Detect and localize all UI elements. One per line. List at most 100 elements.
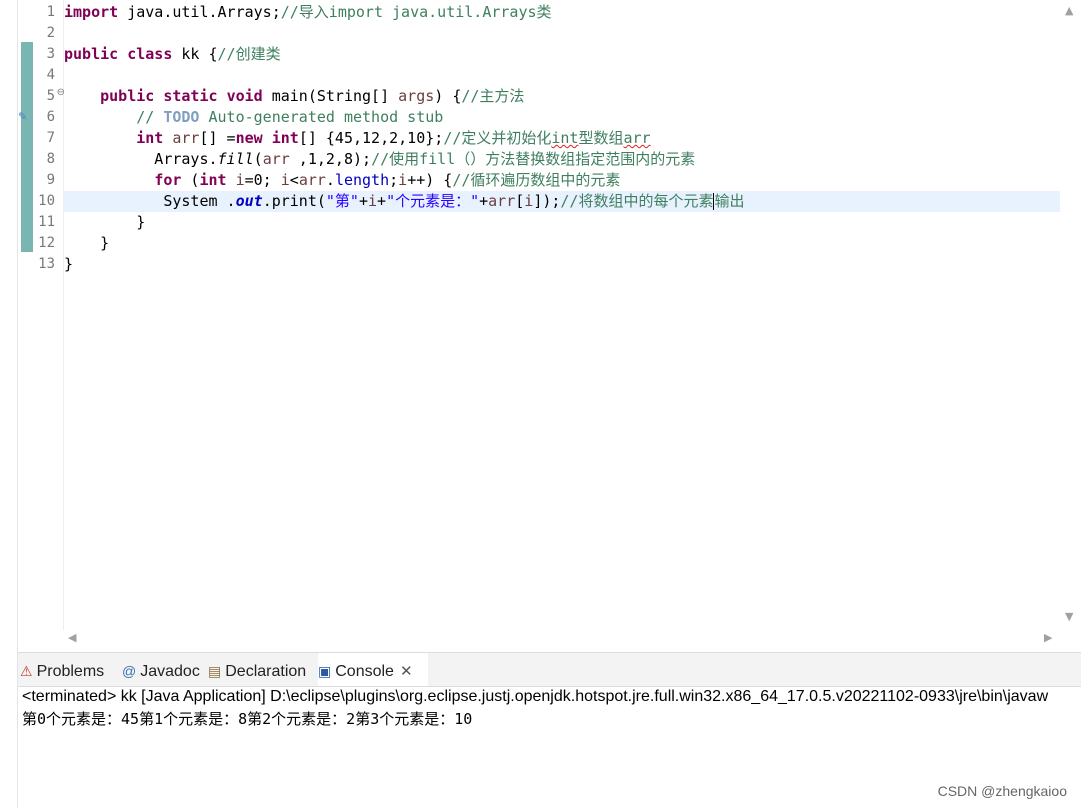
code-token: [: [515, 192, 525, 210]
code-token: void: [226, 87, 263, 105]
code-token: 型数组: [578, 129, 624, 147]
code-editor[interactable]: ✎ 1 2 3 4 5 ⊖ 6 7 8 9 10 11 12 13 import java.util.Ar…: [18, 0, 1081, 650]
code-token: }: [64, 234, 110, 252]
code-token: i: [368, 192, 378, 210]
code-line[interactable]: // TODO Auto-generated method stub: [64, 107, 1060, 128]
code-line[interactable]: int arr[] =new int[] {45,12,2,10};//定义并初…: [64, 128, 1060, 149]
code-line[interactable]: }: [64, 212, 1060, 233]
code-token: for: [154, 171, 182, 189]
code-token: i: [524, 192, 534, 210]
tab-problems[interactable]: ⚠ Problems: [20, 653, 120, 686]
code-token: arr: [623, 129, 651, 147]
code-token: [] {45,12,2,10};: [298, 129, 444, 147]
code-token: args: [398, 87, 435, 105]
tab-label: Console: [335, 663, 394, 680]
scroll-down-icon[interactable]: ▼: [1065, 610, 1073, 623]
code-token: //使用fill（）方法替换数组指定范围内的元素: [371, 150, 696, 168]
code-line[interactable]: import java.util.Arrays;//导入import java.…: [64, 2, 1060, 23]
code-line[interactable]: public static void main(String[] args) {…: [64, 86, 1060, 107]
line-number: 9: [46, 172, 55, 188]
code-token: i: [398, 171, 408, 189]
javadoc-icon: @: [122, 663, 137, 679]
code-line[interactable]: public class kk {//创建类: [64, 44, 1060, 65]
code-line[interactable]: for (int i=0; i<arr.length;i++) {//循环遍历数…: [64, 170, 1060, 191]
code-line[interactable]: }: [64, 233, 1060, 254]
quick-assist-icon[interactable]: ✎: [18, 110, 27, 123]
code-line[interactable]: [64, 23, 1060, 44]
code-token: static: [163, 87, 218, 105]
code-token: int: [136, 129, 164, 147]
left-edge-bar: [0, 0, 18, 808]
code-token: class: [127, 45, 173, 63]
code-area[interactable]: import java.util.Arrays;//导入import java.…: [64, 0, 1060, 630]
line-number: 10: [38, 193, 55, 209]
console-view: ⚠ Problems @ Javadoc ▤ Declaration ▣ Console ✕ <…: [18, 652, 1081, 809]
watermark: CSDN @zhengkaioo: [937, 783, 1067, 799]
scroll-up-icon[interactable]: ▲: [1065, 4, 1073, 17]
code-line[interactable]: System .out.print("第"+i+"个元素是："+arr[i]);…: [64, 191, 1060, 212]
code-token: ]);: [533, 192, 561, 210]
code-token: arr: [298, 171, 326, 189]
code-token: ;: [389, 171, 399, 189]
code-token: //创建类: [217, 45, 281, 63]
line-number: 6: [46, 109, 55, 125]
code-token: }: [64, 213, 146, 231]
view-tab-bar: ⚠ Problems @ Javadoc ▤ Declaration ▣ Console ✕: [18, 653, 1081, 687]
line-number: 8: [46, 151, 55, 167]
code-token: //将数组中的每个元素: [560, 192, 714, 210]
line-number: 3: [46, 46, 55, 62]
code-token: int: [271, 129, 299, 147]
tab-label: Javadoc: [140, 663, 200, 680]
tab-declaration[interactable]: ▤ Declaration: [208, 653, 316, 686]
code-token: main(String[]: [262, 87, 399, 105]
code-token: public: [100, 87, 155, 105]
code-token: public: [64, 45, 119, 63]
tab-javadoc[interactable]: @ Javadoc: [122, 653, 206, 686]
line-number-gutter: 1 2 3 4 5 ⊖ 6 7 8 9 10 11 12 13: [33, 0, 65, 630]
vertical-scrollbar[interactable]: ▲ ▼: [1060, 0, 1081, 630]
code-line[interactable]: Arrays.fill(arr ,1,2,8);//使用fill（）方法替换数组…: [64, 149, 1060, 170]
console-output[interactable]: 第0个元素是：45第1个元素是：8第2个元素是：2第3个元素是：10: [22, 708, 472, 730]
code-token: +: [377, 192, 387, 210]
horizontal-scrollbar[interactable]: ◀ ▶: [64, 628, 1060, 648]
line-number: 2: [46, 25, 55, 41]
code-token: 输出: [714, 192, 745, 210]
code-token: Arrays.: [64, 150, 218, 168]
tab-console[interactable]: ▣ Console ✕: [318, 653, 428, 686]
line-number: 5: [46, 88, 55, 104]
code-token: =0;: [244, 171, 281, 189]
code-token: ,1,2,8);: [289, 150, 372, 168]
tab-label: Problems: [36, 663, 105, 680]
scroll-right-icon[interactable]: ▶: [1044, 631, 1052, 644]
code-token: import: [64, 3, 119, 21]
code-token: i: [280, 171, 290, 189]
code-token: new: [235, 129, 263, 147]
problems-icon: ⚠: [20, 663, 33, 679]
scroll-left-icon[interactable]: ◀: [68, 631, 76, 644]
code-token: +: [358, 192, 368, 210]
console-status-line: <terminated> kk [Java Application] D:\ec…: [22, 688, 1049, 705]
tab-label: Declaration: [225, 663, 307, 680]
code-token: kk {: [172, 45, 218, 63]
code-token: //定义并初始化: [443, 129, 552, 147]
code-line[interactable]: }: [64, 254, 1060, 275]
code-token: .print(: [262, 192, 326, 210]
code-token: "第": [325, 192, 359, 210]
code-token: i: [235, 171, 245, 189]
close-icon[interactable]: ✕: [400, 663, 413, 680]
code-line[interactable]: [64, 65, 1060, 86]
code-token: }: [64, 255, 74, 273]
console-icon: ▣: [318, 663, 332, 679]
code-token: arr: [262, 150, 290, 168]
code-token: Auto-generated method stub: [199, 108, 444, 126]
code-token: (: [253, 150, 263, 168]
code-token: .: [325, 171, 335, 189]
code-token: <: [289, 171, 299, 189]
